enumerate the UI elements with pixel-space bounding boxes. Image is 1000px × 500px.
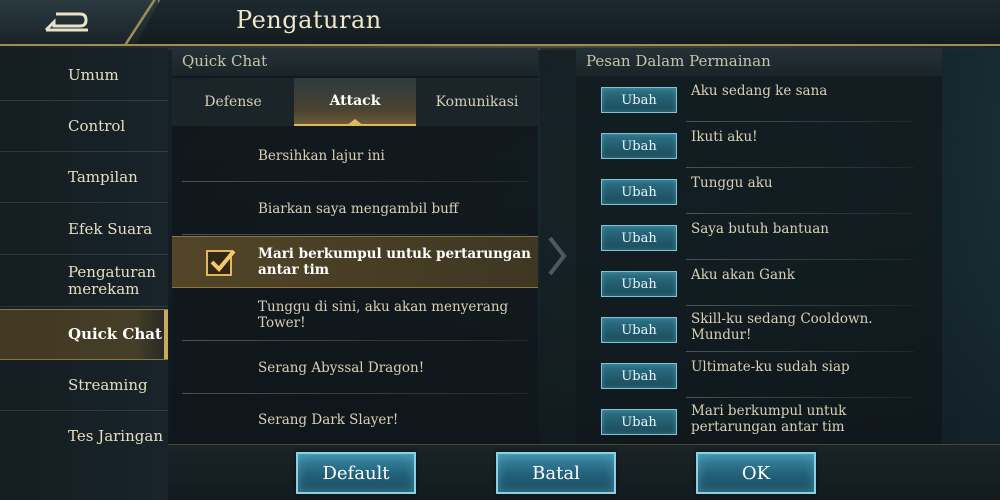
ok-button[interactable]: OK <box>696 452 816 494</box>
sidebar-item-label: Umum <box>68 65 119 84</box>
message-row: Ubah Ultimate-ku sudah siap <box>576 352 942 398</box>
divider <box>182 181 528 182</box>
message-row: Ubah Skill-ku sedang Cooldown. Mundur! <box>576 306 942 352</box>
message-row: Ubah Tunggu aku <box>576 168 942 214</box>
edit-button[interactable]: Ubah <box>601 409 677 435</box>
sidebar-item-label: Efek Suara <box>68 219 153 238</box>
edit-button[interactable]: Ubah <box>601 363 677 389</box>
tab-bar: Defense Attack Komunikasi <box>172 78 538 126</box>
sidebar-item-pengaturan-merekam[interactable]: Pengaturan merekam <box>0 256 168 307</box>
back-arrow-icon <box>44 12 88 32</box>
message-text: Ikuti aku! <box>691 129 758 145</box>
sidebar-item-label: Pengaturan merekam <box>68 263 156 298</box>
edit-button[interactable]: Ubah <box>601 179 677 205</box>
panel-edge <box>942 48 1000 444</box>
sidebar-item-control[interactable]: Control <box>0 101 168 152</box>
edit-button[interactable]: Ubah <box>601 271 677 297</box>
checkbox-checked-icon <box>206 249 236 276</box>
quick-chat-item-label: Tunggu di sini, aku akan menyerang Tower… <box>258 299 509 331</box>
edit-button[interactable]: Ubah <box>601 87 677 113</box>
sidebar-item-umum[interactable]: Umum <box>0 50 168 101</box>
sidebar-item-label: Streaming <box>68 375 148 394</box>
edit-button[interactable]: Ubah <box>601 225 677 251</box>
message-text: Mari berkumpul untuk pertarungan antar t… <box>691 403 847 435</box>
cancel-button[interactable]: Batal <box>496 452 616 494</box>
sidebar-item-streaming[interactable]: Streaming <box>0 360 168 411</box>
panel-title: Pesan Dalam Permainan <box>586 52 771 70</box>
tab-indicator <box>346 119 364 126</box>
back-button[interactable] <box>0 0 160 44</box>
quick-chat-item[interactable]: Biarkan saya mengambil buff <box>172 183 538 235</box>
panel-title: Quick Chat <box>182 52 268 70</box>
tab-label: Defense <box>204 94 262 110</box>
sidebar-item-efek-suara[interactable]: Efek Suara <box>0 204 168 255</box>
message-row: Ubah Mari berkumpul untuk pertarungan an… <box>576 398 942 444</box>
message-text: Ultimate-ku sudah siap <box>691 359 850 375</box>
quick-chat-item[interactable]: Serang Abyssal Dragon! <box>172 342 538 394</box>
footer-bar: Default Batal OK <box>168 444 1000 500</box>
chevron-right-icon <box>548 236 567 276</box>
tab-komunikasi[interactable]: Komunikasi <box>416 78 538 126</box>
sidebar-item-label: Tes Jaringan <box>68 427 163 445</box>
sidebar-item-tes-jaringan[interactable]: Tes Jaringan <box>0 411 168 462</box>
message-text: Aku akan Gank <box>691 267 795 283</box>
tab-defense[interactable]: Defense <box>172 78 294 126</box>
quick-chat-panel: Quick Chat Defense Attack Komunikasi Ber… <box>172 48 538 446</box>
default-button[interactable]: Default <box>296 452 416 494</box>
sidebar-item-label: Quick Chat <box>68 325 162 343</box>
quick-chat-item-label: Mari berkumpul untuk pertarungan antar t… <box>258 246 531 278</box>
edit-button[interactable]: Ubah <box>601 133 677 159</box>
settings-sidebar: Umum Control Tampilan Efek Suara Pengatu… <box>0 48 168 500</box>
quick-chat-item-label: Biarkan saya mengambil buff <box>258 201 459 217</box>
quick-chat-item-selected[interactable]: Mari berkumpul untuk pertarungan antar t… <box>172 236 538 288</box>
quick-chat-item[interactable]: Tunggu di sini, aku akan menyerang Tower… <box>172 289 538 341</box>
message-row: Ubah Ikuti aku! <box>576 122 942 168</box>
header-bar: Pengaturan <box>0 0 1000 50</box>
page-title: Pengaturan <box>236 6 382 34</box>
sidebar-item-quick-chat[interactable]: Quick Chat <box>0 309 168 360</box>
game-messages-panel: Pesan Dalam Permainan Ubah Aku sedang ke… <box>576 48 942 444</box>
quick-chat-item-label: Bersihkan lajur ini <box>258 148 385 164</box>
quick-chat-item[interactable]: Serang Dark Slayer! <box>172 394 538 446</box>
quick-chat-item-label: Serang Dark Slayer! <box>258 412 399 428</box>
divider <box>182 340 528 341</box>
message-text: Aku sedang ke sana <box>691 83 828 99</box>
tab-attack[interactable]: Attack <box>294 78 416 126</box>
message-text: Skill-ku sedang Cooldown. Mundur! <box>691 311 873 343</box>
edit-button[interactable]: Ubah <box>601 317 677 343</box>
quick-chat-item-label: Serang Abyssal Dragon! <box>258 360 425 376</box>
sidebar-item-label: Control <box>68 116 126 135</box>
message-row: Ubah Saya butuh bantuan <box>576 214 942 260</box>
message-text: Saya butuh bantuan <box>691 221 829 237</box>
message-text: Tunggu aku <box>691 175 773 191</box>
message-row: Ubah Aku sedang ke sana <box>576 76 942 122</box>
divider <box>182 234 528 235</box>
tab-label: Attack <box>329 93 381 109</box>
sidebar-item-label: Tampilan <box>68 167 138 186</box>
sidebar-item-tampilan[interactable]: Tampilan <box>0 152 168 203</box>
message-row: Ubah Aku akan Gank <box>576 260 942 306</box>
quick-chat-item[interactable]: Bersihkan lajur ini <box>172 130 538 182</box>
tab-label: Komunikasi <box>435 94 519 110</box>
